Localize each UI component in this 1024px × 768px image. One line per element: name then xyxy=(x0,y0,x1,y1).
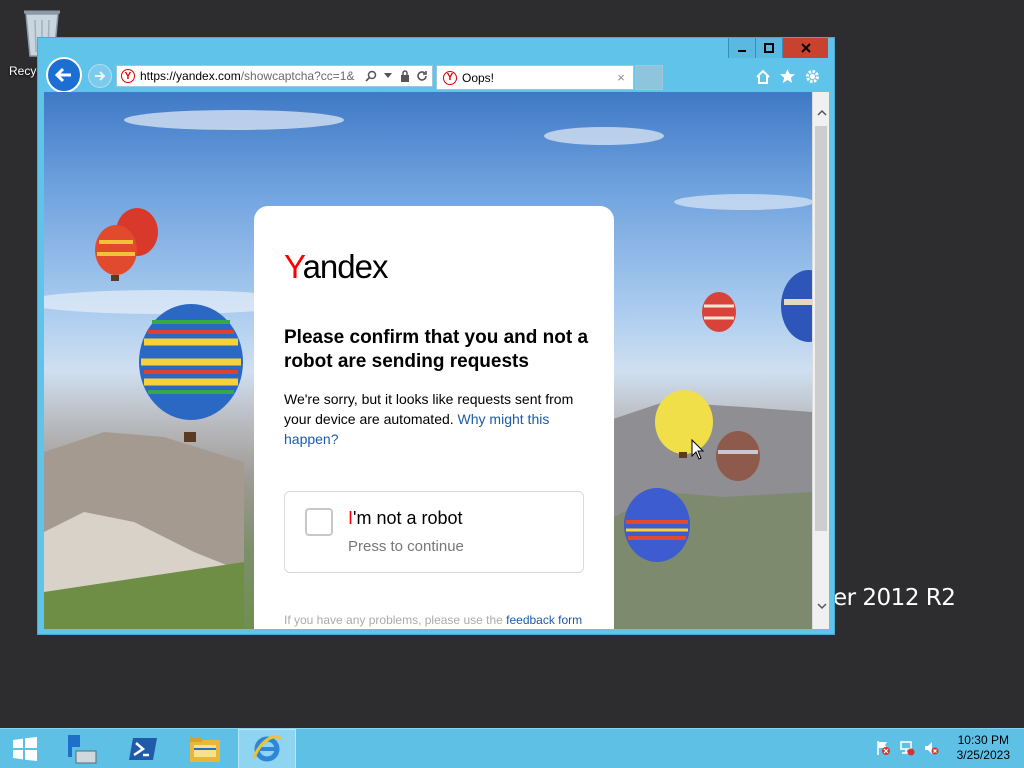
logo-rest: andex xyxy=(302,248,389,285)
lock-icon[interactable] xyxy=(398,69,412,83)
yandex-logo: Yandex xyxy=(284,248,389,286)
taskbar-powershell[interactable] xyxy=(114,729,172,768)
feedback-form-link[interactable]: feedback form xyxy=(506,613,582,627)
home-icon[interactable] xyxy=(753,67,772,86)
action-center-flag-icon[interactable] xyxy=(874,739,892,757)
not-robot-label: I'm not a robot xyxy=(348,508,463,529)
internet-explorer-icon xyxy=(252,735,282,762)
tab-oops[interactable]: Y Oops! × xyxy=(436,65,634,90)
os-watermark: er 2012 R2 xyxy=(833,585,956,611)
taskbar-internet-explorer[interactable] xyxy=(238,729,296,768)
speaker-muted-icon[interactable] xyxy=(922,739,940,757)
yandex-favicon-icon: Y xyxy=(443,70,457,85)
page-background-image: Yandex Please confirm that you and not a… xyxy=(44,92,812,629)
system-tray xyxy=(874,739,940,757)
captcha-heading: Please confirm that you and not a robot … xyxy=(284,327,589,372)
forward-arrow-icon xyxy=(95,71,106,81)
start-button[interactable] xyxy=(0,729,50,768)
balloon-blue xyxy=(624,488,690,562)
clock-date: 3/25/2023 xyxy=(956,748,1010,762)
url-text[interactable]: https://yandex.com/showcaptcha?cc=1& xyxy=(140,69,364,83)
maximize-icon xyxy=(764,43,774,53)
folder-icon xyxy=(190,737,220,762)
footer-text: If you have any problems, please use the xyxy=(284,613,507,627)
back-button[interactable] xyxy=(46,57,82,93)
tab-title: Oops! xyxy=(462,70,495,85)
windows-logo-icon xyxy=(13,737,37,761)
yandex-favicon-icon: Y xyxy=(121,69,135,83)
refresh-icon[interactable] xyxy=(415,69,429,83)
search-icon[interactable] xyxy=(364,69,378,83)
mouse-cursor-icon xyxy=(691,439,705,460)
captcha-description: We're sorry, but it looks like requests … xyxy=(284,389,584,449)
settings-gear-icon[interactable] xyxy=(803,67,822,86)
balloon-blue-edge xyxy=(781,270,812,342)
address-bar[interactable]: Y https://yandex.com/showcaptcha?cc=1& xyxy=(116,65,433,87)
network-icon[interactable] xyxy=(898,739,916,757)
back-arrow-icon xyxy=(54,67,71,83)
favorites-star-icon[interactable] xyxy=(778,67,797,86)
tab-close-icon[interactable]: × xyxy=(613,70,629,85)
label-rest: 'm not a robot xyxy=(353,508,463,528)
powershell-icon xyxy=(129,738,157,760)
not-robot-checkbox[interactable] xyxy=(305,508,333,536)
close-button[interactable] xyxy=(782,38,828,58)
not-robot-checkbox-panel[interactable]: I'm not a robot Press to continue xyxy=(284,491,584,573)
window-controls xyxy=(728,38,828,58)
browser-window: Y https://yandex.com/showcaptcha?cc=1& Y… xyxy=(37,37,835,635)
scroll-up-arrow-icon[interactable] xyxy=(813,104,830,121)
scroll-down-arrow-icon[interactable] xyxy=(813,598,830,615)
taskbar: 10:30 PM 3/25/2023 xyxy=(0,728,1024,768)
url-host: https://yandex.com xyxy=(140,69,241,83)
clock-time: 10:30 PM xyxy=(957,733,1009,747)
minimize-icon xyxy=(738,50,746,52)
balloon-brown xyxy=(716,431,760,481)
minimize-button[interactable] xyxy=(728,38,755,58)
balloon-rainbow xyxy=(139,304,243,442)
vertical-scrollbar[interactable] xyxy=(812,92,829,629)
toolbar-icons xyxy=(753,67,822,86)
footer-note: If you have any problems, please use the… xyxy=(284,613,582,627)
taskbar-file-explorer[interactable] xyxy=(176,729,234,768)
new-tab-button[interactable] xyxy=(635,65,663,90)
url-path: /showcaptcha?cc=1& xyxy=(240,69,355,83)
scrollbar-thumb[interactable] xyxy=(815,126,827,531)
balloon-small-red xyxy=(702,292,736,332)
forward-button[interactable] xyxy=(88,64,112,88)
press-to-continue-text: Press to continue xyxy=(348,538,464,555)
maximize-button[interactable] xyxy=(755,38,782,58)
captcha-card: Yandex Please confirm that you and not a… xyxy=(254,206,614,629)
taskbar-clock[interactable]: 10:30 PM 3/25/2023 xyxy=(957,733,1010,763)
server-manager-icon xyxy=(68,735,97,764)
close-icon xyxy=(800,43,811,53)
balloon-red xyxy=(95,208,158,281)
dropdown-icon[interactable] xyxy=(381,69,395,83)
taskbar-server-manager[interactable] xyxy=(52,729,110,768)
logo-first-letter: Y xyxy=(284,248,304,285)
